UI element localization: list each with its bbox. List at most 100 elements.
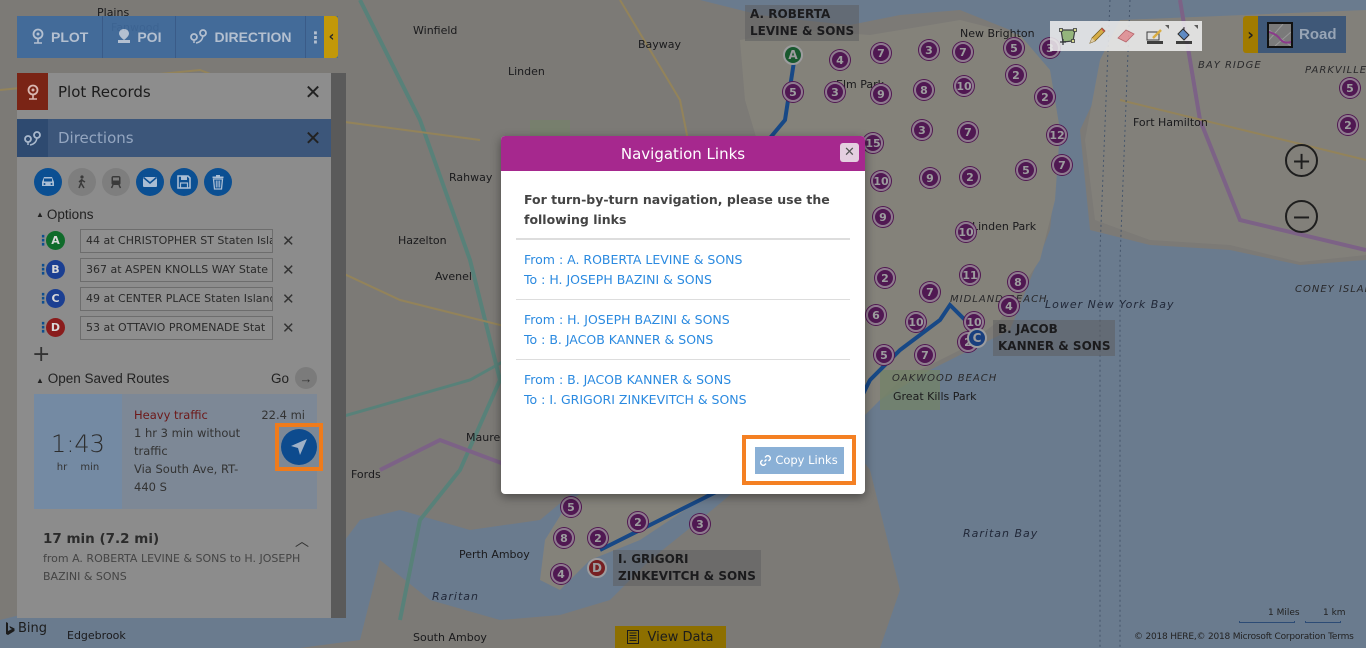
collapse-toolbar-icon[interactable]: ‹	[324, 16, 339, 58]
route-option-card[interactable]: 1:43 hr min Heavy traffic 1 hr 3 min wit…	[34, 394, 323, 509]
plot-records-title: Plot Records	[58, 82, 151, 101]
close-plot-records-icon[interactable]: ✕	[295, 80, 331, 104]
navigation-link-from[interactable]: From : B. JACOB KANNER & SONS	[524, 370, 842, 390]
map-style-switcher[interactable]: › Road	[1243, 16, 1346, 53]
paint-bucket-icon	[1175, 27, 1192, 44]
pencil-draw-button[interactable]	[1085, 25, 1109, 47]
road-map-thumbnail-icon	[1267, 21, 1293, 48]
route-via: Via South Ave, RT-440 S	[134, 462, 239, 494]
bing-label: Bing	[18, 621, 48, 636]
directions-header[interactable]: Directions ✕	[17, 119, 331, 157]
directions-title: Directions	[58, 129, 134, 147]
waypoint-input[interactable]: 44 at CHRISTOPHER ST Staten Isla	[80, 228, 273, 253]
direction-actions	[17, 167, 331, 197]
navigation-link-to[interactable]: To : I. GRIGORI ZINKEVITCH & SONS	[524, 390, 842, 410]
drag-handle-icon[interactable]: ⋮	[36, 263, 50, 277]
polygon-draw-button[interactable]	[1056, 25, 1080, 47]
plot-label: PLOT	[51, 29, 89, 45]
walk-mode-button[interactable]	[68, 168, 96, 196]
waypoint-input[interactable]: 49 at CENTER PLACE Staten Island	[80, 286, 273, 311]
panel-scrollbar[interactable]	[331, 73, 346, 618]
waypoint-badge: D	[46, 318, 65, 337]
waypoint-badge: B	[46, 260, 65, 279]
saved-routes-toggle[interactable]: ▲ Open Saved Routes	[36, 371, 169, 386]
scale-miles: 1 Miles	[1268, 608, 1300, 618]
drag-handle-icon[interactable]: ⋮	[36, 321, 50, 335]
view-data-button[interactable]: View Data	[615, 626, 726, 648]
leg-title: 17 min (7.2 mi)	[43, 531, 160, 547]
map-pin-icon	[31, 28, 45, 47]
close-directions-icon[interactable]: ✕	[295, 126, 331, 150]
expand-map-style-icon[interactable]: ›	[1243, 16, 1258, 53]
car-icon	[42, 177, 54, 186]
zoom-in-button[interactable]: +	[1285, 144, 1318, 177]
navigation-link-to[interactable]: To : B. JACOB KANNER & SONS	[524, 330, 842, 350]
scale-miles-bar	[1239, 621, 1295, 623]
dropdown-corner-icon	[1164, 25, 1169, 29]
map-style-current[interactable]: Road	[1258, 16, 1346, 53]
line-style-button[interactable]	[1143, 25, 1169, 47]
saved-routes-label: Open Saved Routes	[47, 370, 170, 386]
zoom-out-button[interactable]: −	[1285, 200, 1318, 233]
fill-style-button[interactable]	[1172, 25, 1198, 47]
navigation-link-list: From : A. ROBERTA LEVINE & SONS To : H. J…	[516, 238, 850, 419]
email-button[interactable]	[136, 168, 164, 196]
options-toggle[interactable]: ▲ Options	[17, 205, 331, 223]
route-leg-summary[interactable]: 17 min (7.2 mi) from A. ROBERTA LEVINE &…	[17, 531, 331, 586]
map-copyright[interactable]: © 2018 HERE,© 2018 Microsoft Corporation…	[1134, 632, 1354, 642]
dialog-close-button[interactable]: ✕	[840, 143, 859, 162]
directions-body: ▲ Options ⋮ A 44 at CHRISTOPHER ST Staten …	[17, 157, 331, 586]
train-icon	[110, 176, 122, 189]
remove-waypoint-icon[interactable]: ✕	[282, 261, 295, 279]
saved-routes-row: ▲ Open Saved Routes Go →	[17, 367, 331, 389]
poi-icon	[117, 28, 131, 47]
navigation-link-item: From : B. JACOB KANNER & SONS To : I. GRI…	[516, 359, 850, 419]
plot-records-header[interactable]: Plot Records ✕	[17, 73, 331, 110]
remove-waypoint-icon[interactable]: ✕	[282, 290, 295, 308]
poi-button[interactable]: POI	[103, 16, 177, 58]
walk-icon	[78, 175, 86, 189]
navigation-link-item: From : H. JOSEPH BAZINI & SONS To : B. JA…	[516, 299, 850, 359]
main-toolbar: PLOT POI DIRECTION ⋮ ‹	[17, 16, 339, 58]
add-waypoint-button[interactable]: +	[17, 342, 331, 368]
save-icon	[177, 175, 191, 189]
navigation-link-to[interactable]: To : H. JOSEPH BAZINI & SONS	[524, 270, 842, 290]
go-button[interactable]: Go →	[271, 367, 317, 389]
copy-links-button[interactable]: Copy Links	[754, 446, 844, 474]
drawing-toolbar	[1050, 21, 1202, 51]
waypoint-row: ⋮ D 53 at OTTAVIO PROMENADE Stat ✕	[17, 313, 331, 342]
navigation-link-from[interactable]: From : A. ROBERTA LEVINE & SONS	[524, 250, 842, 270]
bing-icon	[6, 621, 15, 635]
navigation-links-button[interactable]	[281, 429, 317, 465]
navigation-link-item: From : A. ROBERTA LEVINE & SONS To : H. J…	[516, 238, 850, 299]
navigation-link-from[interactable]: From : H. JOSEPH BAZINI & SONS	[524, 310, 842, 330]
dialog-header: Navigation Links ✕	[501, 136, 865, 171]
navigation-links-dialog: Navigation Links ✕ For turn-by-turn navi…	[501, 136, 865, 494]
go-label: Go	[270, 370, 289, 386]
drag-handle-icon[interactable]: ⋮	[36, 234, 50, 248]
remove-waypoint-icon[interactable]: ✕	[282, 232, 295, 250]
car-mode-button[interactable]	[34, 168, 62, 196]
chevron-up-icon[interactable]: ︿	[295, 531, 309, 551]
plot-button[interactable]: PLOT	[17, 16, 104, 58]
copy-links-label: Copy Links	[775, 453, 838, 467]
leg-description: from A. ROBERTA LEVINE & SONS to H. JOSE…	[43, 552, 301, 583]
delete-route-button[interactable]	[204, 168, 232, 196]
remove-waypoint-icon[interactable]: ✕	[282, 319, 295, 337]
direction-button[interactable]: DIRECTION	[176, 16, 307, 58]
list-icon	[627, 630, 640, 644]
arrow-right-icon: →	[295, 367, 317, 389]
save-route-button[interactable]	[170, 168, 198, 196]
waypoint-badge: C	[46, 289, 65, 308]
route-time-units: hr min	[56, 462, 100, 473]
eraser-button[interactable]	[1114, 25, 1138, 47]
transit-mode-button[interactable]	[102, 168, 130, 196]
more-options-icon[interactable]: ⋮	[306, 16, 324, 58]
waypoint-input[interactable]: 53 at OTTAVIO PROMENADE Stat	[80, 315, 273, 340]
drag-handle-icon[interactable]: ⋮	[36, 292, 50, 306]
waypoint-badge: A	[46, 231, 65, 250]
pencil-icon	[1089, 27, 1106, 44]
route-distance: 22.4 mi	[261, 408, 305, 422]
waypoint-input[interactable]: 367 at ASPEN KNOLLS WAY State	[80, 257, 273, 282]
waypoint-list: ⋮ A 44 at CHRISTOPHER ST Staten Isla ✕ ⋮ B 367…	[17, 226, 331, 342]
